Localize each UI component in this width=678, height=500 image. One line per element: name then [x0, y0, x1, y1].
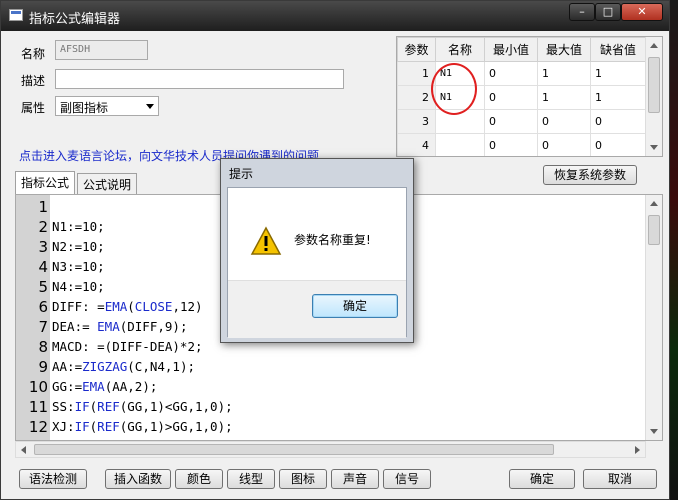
line-number: 9 — [38, 358, 48, 376]
dialog-title: 提示 — [229, 167, 254, 181]
code-text[interactable]: N3:=10; — [52, 257, 105, 277]
code-text[interactable]: N4:=10; — [52, 277, 105, 297]
chevron-down-icon — [146, 104, 154, 109]
annotation-circle — [431, 63, 477, 115]
code-text[interactable]: GG:=EMA(AA,2); — [52, 377, 157, 397]
line-number: 12 — [28, 418, 48, 436]
insert-function-button[interactable]: 插入函数 — [105, 469, 171, 489]
ok-button[interactable]: 确定 — [509, 469, 575, 489]
line-number: 3 — [38, 238, 48, 256]
params-header-max: 最大值 — [537, 37, 591, 62]
code-text[interactable]: DEA:= EMA(DIFF,9); — [52, 317, 187, 337]
param-max-cell[interactable]: 0 — [537, 109, 591, 134]
restore-params-button[interactable]: 恢复系统参数 — [543, 165, 637, 185]
cancel-button[interactable]: 取消 — [583, 469, 657, 489]
app-window-icon — [9, 9, 23, 21]
tab-formula-description[interactable]: 公式说明 — [77, 173, 138, 194]
line-number: 10 — [28, 378, 48, 396]
row-index: 2 — [397, 85, 436, 110]
dialog-message: 参数名称重复! — [294, 233, 371, 247]
line-type-button[interactable]: 线型 — [227, 469, 275, 489]
code-line[interactable]: 12 XJ:IF(REF(GG,1)>GG,1,0); — [16, 417, 636, 437]
icon-button[interactable]: 图标 — [279, 469, 327, 489]
line-number: 6 — [38, 298, 48, 316]
name-label: 名称 — [21, 47, 46, 61]
param-min-cell[interactable]: 0 — [484, 85, 538, 110]
minimize-button[interactable]: – — [569, 3, 595, 21]
param-default-cell[interactable]: 0 — [590, 133, 646, 156]
dialog-ok-button[interactable]: 确定 — [312, 294, 398, 318]
param-min-cell[interactable]: 0 — [484, 61, 538, 86]
code-text[interactable]: AA:=ZIGZAG(C,N4,1); — [52, 357, 195, 377]
scroll-up-icon[interactable] — [650, 43, 658, 48]
params-header-name: 名称 — [435, 37, 485, 62]
param-max-cell[interactable]: 1 — [537, 85, 591, 110]
title-bar[interactable]: 指标公式编辑器 – □ ✕ — [1, 1, 669, 31]
params-scrollbar[interactable] — [645, 37, 662, 156]
line-number: 7 — [38, 318, 48, 336]
scroll-thumb[interactable] — [34, 444, 554, 455]
params-header-default: 缺省值 — [590, 37, 646, 62]
code-text[interactable]: MACD: =(DIFF-DEA)*2; — [52, 337, 203, 357]
param-max-cell[interactable]: 1 — [537, 61, 591, 86]
param-default-cell[interactable]: 1 — [590, 85, 646, 110]
code-text[interactable]: DIFF: =EMA(CLOSE,12) — [52, 297, 203, 317]
param-default-cell[interactable]: 0 — [590, 109, 646, 134]
color-button[interactable]: 颜色 — [175, 469, 223, 489]
table-row[interactable]: 4 0 0 0 — [397, 133, 646, 156]
scroll-down-icon[interactable] — [650, 429, 658, 434]
editor-horizontal-scrollbar[interactable] — [15, 441, 646, 458]
maximize-button[interactable]: □ — [595, 3, 621, 21]
param-name-cell[interactable] — [435, 133, 485, 156]
description-label: 描述 — [21, 74, 46, 88]
table-row[interactable]: 3 0 0 0 — [397, 109, 646, 134]
alert-dialog: 提示 参数名称重复! 确定 — [220, 158, 414, 343]
signal-button[interactable]: 信号 — [383, 469, 431, 489]
line-number: 1 — [38, 198, 48, 216]
code-line[interactable]: 9 AA:=ZIGZAG(C,N4,1); — [16, 357, 636, 377]
line-number: 8 — [38, 338, 48, 356]
params-header-index: 参数 — [397, 37, 436, 62]
row-index: 1 — [397, 61, 436, 86]
param-min-cell[interactable]: 0 — [484, 133, 538, 156]
code-text[interactable]: SS:IF(REF(GG,1)<GG,1,0); — [52, 397, 233, 417]
line-number: 2 — [38, 218, 48, 236]
code-text[interactable]: XJ:IF(REF(GG,1)>GG,1,0); — [52, 417, 233, 437]
tab-formula[interactable]: 指标公式 — [15, 171, 76, 194]
close-button[interactable]: ✕ — [621, 3, 663, 21]
attribute-label: 属性 — [21, 101, 46, 115]
param-default-cell[interactable]: 1 — [590, 61, 646, 86]
desktop-background — [670, 0, 678, 500]
attribute-select[interactable]: 副图指标 — [55, 96, 159, 116]
dialog-body: 参数名称重复! 确定 — [227, 187, 407, 338]
scroll-down-icon[interactable] — [650, 145, 658, 150]
param-min-cell[interactable]: 0 — [484, 109, 538, 134]
scroll-thumb[interactable] — [648, 57, 660, 113]
scroll-thumb[interactable] — [648, 215, 660, 245]
line-number: 5 — [38, 278, 48, 296]
row-index: 4 — [397, 133, 436, 156]
code-line[interactable]: 11 SS:IF(REF(GG,1)<GG,1,0); — [16, 397, 636, 417]
params-header-min: 最小值 — [484, 37, 538, 62]
line-number: 4 — [38, 258, 48, 276]
name-field[interactable]: AFSDH — [55, 40, 148, 60]
attribute-select-value: 副图指标 — [60, 101, 109, 115]
sound-button[interactable]: 声音 — [331, 469, 379, 489]
warning-icon — [250, 226, 282, 255]
scrollbar-corner — [646, 441, 663, 458]
row-index: 3 — [397, 109, 436, 134]
window-title: 指标公式编辑器 — [29, 12, 121, 27]
code-line[interactable]: 10 GG:=EMA(AA,2); — [16, 377, 636, 397]
editor-vertical-scrollbar[interactable] — [645, 195, 662, 440]
code-text[interactable]: N1:=10; — [52, 217, 105, 237]
param-max-cell[interactable]: 0 — [537, 133, 591, 156]
scroll-right-icon[interactable] — [635, 446, 640, 454]
scroll-left-icon[interactable] — [21, 446, 26, 454]
scroll-up-icon[interactable] — [650, 201, 658, 206]
code-text[interactable]: N2:=10; — [52, 237, 105, 257]
syntax-check-button[interactable]: 语法检测 — [19, 469, 87, 489]
description-field[interactable] — [55, 69, 344, 89]
line-number: 11 — [28, 398, 48, 416]
